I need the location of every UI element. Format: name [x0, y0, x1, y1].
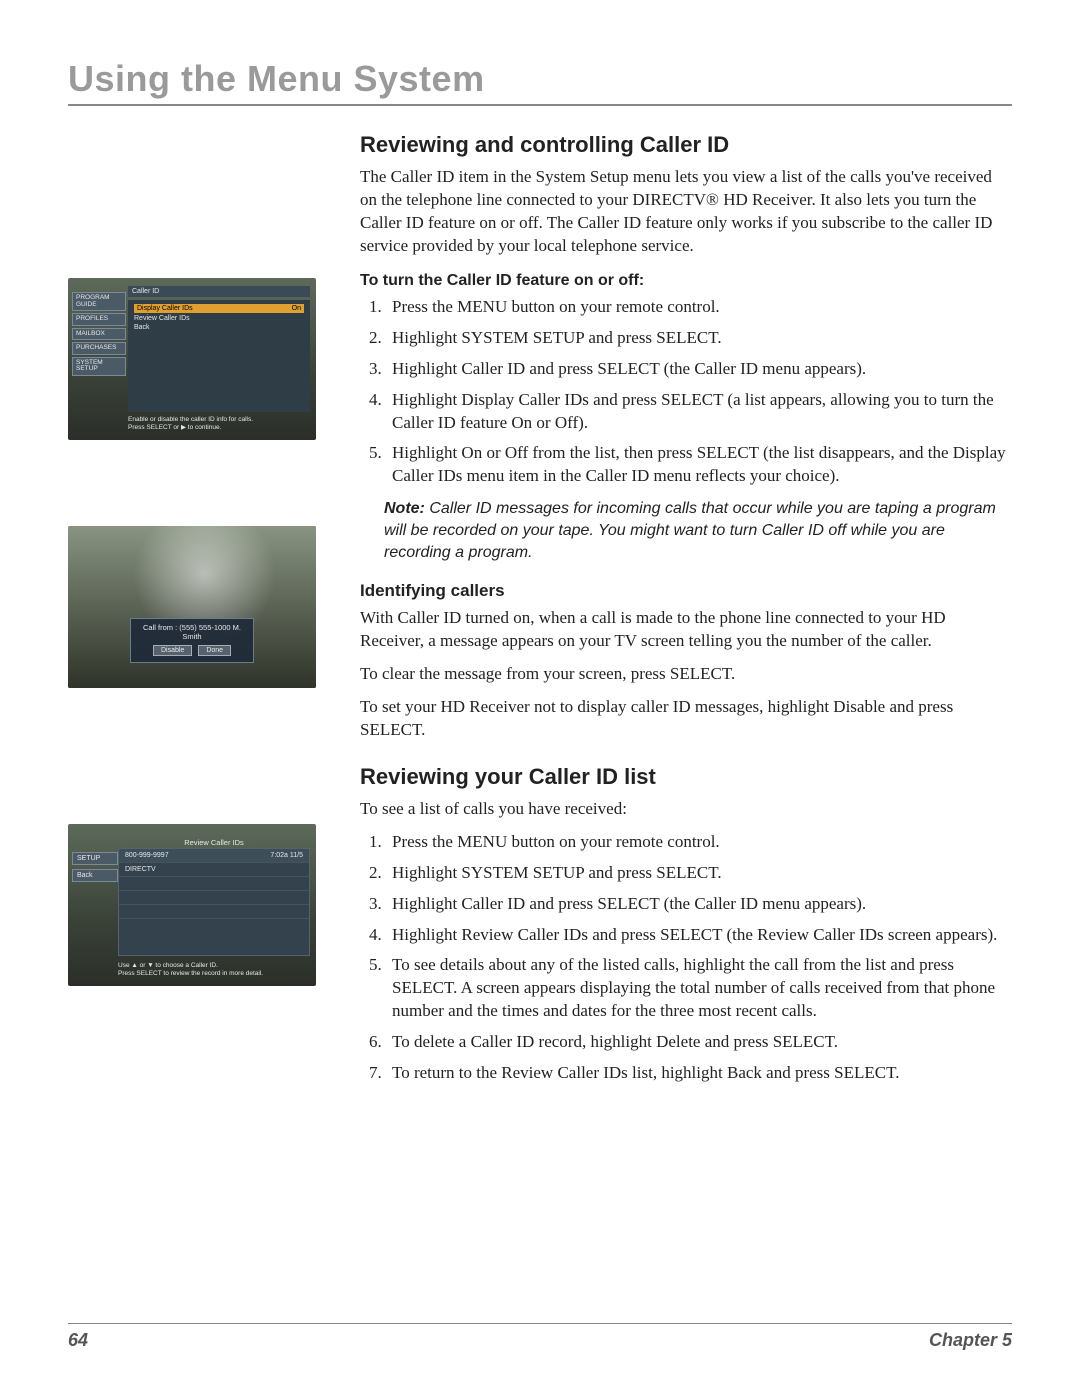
figure3-tab-back: Back [72, 869, 118, 882]
figure1-hint-line: Enable or disable the caller ID info for… [128, 416, 310, 424]
figure1-tab: MAILBOX [72, 328, 126, 341]
figure2-disable-button: Disable [153, 645, 192, 656]
figure1-tab: PURCHASES [72, 342, 126, 355]
step: Press the MENU button on your remote con… [386, 296, 1012, 319]
figure3-row-name: DIRECTV [125, 866, 156, 873]
step: Highlight On or Off from the list, then … [386, 442, 1012, 488]
step: Highlight Caller ID and press SELECT (th… [386, 893, 1012, 916]
figure1-row-value: On [292, 305, 301, 312]
figure3-panel-body: 800-999-9997 7:02a 11/5 DIRECTV [118, 848, 310, 956]
figure-review-callerids: SETUP Back Review Caller IDs 800-999-999… [68, 824, 316, 986]
figure2-osd-panel: Call from : (555) 555-1000 M. Smith Disa… [130, 618, 254, 663]
sub1-para: To set your HD Receiver not to display c… [360, 696, 1012, 742]
page-footer: 64 Chapter 5 [68, 1323, 1012, 1351]
step: To return to the Review Caller IDs list,… [386, 1062, 1012, 1085]
note-block: Note: Caller ID messages for incoming ca… [384, 498, 1012, 563]
figure1-side-tabs: PROGRAM GUIDE PROFILES MAILBOX PURCHASES… [72, 292, 126, 376]
figure-column: PROGRAM GUIDE PROFILES MAILBOX PURCHASES… [68, 132, 330, 1095]
step: Press the MENU button on your remote con… [386, 831, 1012, 854]
figure3-hint-line: Press SELECT to review the record in mor… [118, 970, 310, 978]
figure3-row-number: 800-999-9997 [125, 852, 169, 859]
figure2-osd-message: Call from : (555) 555-1000 M. Smith [137, 623, 247, 641]
figure-callerid-osd: Call from : (555) 555-1000 M. Smith Disa… [68, 526, 316, 688]
figure3-row-time: 7:02a 11/5 [270, 852, 303, 859]
chapter-label: Chapter 5 [929, 1330, 1012, 1351]
figure2-osd-buttons: Disable Done [137, 645, 247, 656]
figure3-list-row [119, 877, 309, 891]
figure1-panel-title: Caller ID [128, 286, 310, 297]
page: Using the Menu System PROGRAM GUIDE PROF… [0, 0, 1080, 1397]
note-label: Note: [384, 500, 425, 517]
figure3-list-row [119, 905, 309, 919]
figure3-hint-line: Use ▲ or ▼ to choose a Caller ID. [118, 962, 310, 970]
title-rule [68, 104, 1012, 106]
step: Highlight Review Caller IDs and press SE… [386, 924, 1012, 947]
figure1-tab: PROGRAM GUIDE [72, 292, 126, 311]
step: Highlight SYSTEM SETUP and press SELECT. [386, 327, 1012, 350]
page-number: 64 [68, 1330, 88, 1351]
figure3-tab-setup: SETUP [72, 852, 118, 865]
section2-intro: To see a list of calls you have received… [360, 798, 1012, 821]
note-text: Caller ID messages for incoming calls th… [384, 500, 996, 560]
figure-callerid-menu: PROGRAM GUIDE PROFILES MAILBOX PURCHASES… [68, 278, 316, 440]
figure1-hint: Enable or disable the caller ID info for… [128, 416, 310, 432]
figure1-row-highlight: Display Caller IDs On [134, 304, 304, 313]
section1-intro: The Caller ID item in the System Setup m… [360, 166, 1012, 258]
step: Highlight Display Caller IDs and press S… [386, 389, 1012, 435]
chapter-title: Using the Menu System [68, 58, 1012, 100]
sub1-para: With Caller ID turned on, when a call is… [360, 607, 1012, 653]
figure1-hint-line: Press SELECT or ▶ to continue. [128, 424, 310, 432]
figure2-done-button: Done [198, 645, 231, 656]
figure3-list-row: 800-999-9997 7:02a 11/5 [119, 849, 309, 863]
procedure-list-2: Press the MENU button on your remote con… [360, 831, 1012, 1085]
figure1-panel-body: Display Caller IDs On Review Caller IDs … [128, 300, 310, 412]
text-column: Reviewing and controlling Caller ID The … [360, 132, 1012, 1095]
section-heading: Reviewing and controlling Caller ID [360, 132, 1012, 158]
step: Highlight Caller ID and press SELECT (th… [386, 358, 1012, 381]
step: Highlight SYSTEM SETUP and press SELECT. [386, 862, 1012, 885]
figure3-list-row [119, 891, 309, 905]
procedure-list-1: Press the MENU button on your remote con… [360, 296, 1012, 489]
figure1-row-label: Display Caller IDs [137, 305, 193, 312]
figure3-hint: Use ▲ or ▼ to choose a Caller ID. Press … [118, 962, 310, 978]
section-heading: Reviewing your Caller ID list [360, 764, 1012, 790]
step: To see details about any of the listed c… [386, 954, 1012, 1023]
figure1-tab: SYSTEM SETUP [72, 357, 126, 376]
figure1-row: Review Caller IDs [134, 315, 304, 322]
step: To delete a Caller ID record, highlight … [386, 1031, 1012, 1054]
sub1-para: To clear the message from your screen, p… [360, 663, 1012, 686]
figure1-tab: PROFILES [72, 313, 126, 326]
figure3-list-row: DIRECTV [119, 863, 309, 877]
figure1-row: Back [134, 324, 304, 331]
figure3-side-tabs: SETUP Back [72, 852, 118, 882]
procedure-label: To turn the Caller ID feature on or off: [360, 272, 1012, 290]
content-columns: PROGRAM GUIDE PROFILES MAILBOX PURCHASES… [68, 132, 1012, 1095]
subsection-heading: Identifying callers [360, 581, 1012, 601]
figure2-background [68, 526, 316, 688]
